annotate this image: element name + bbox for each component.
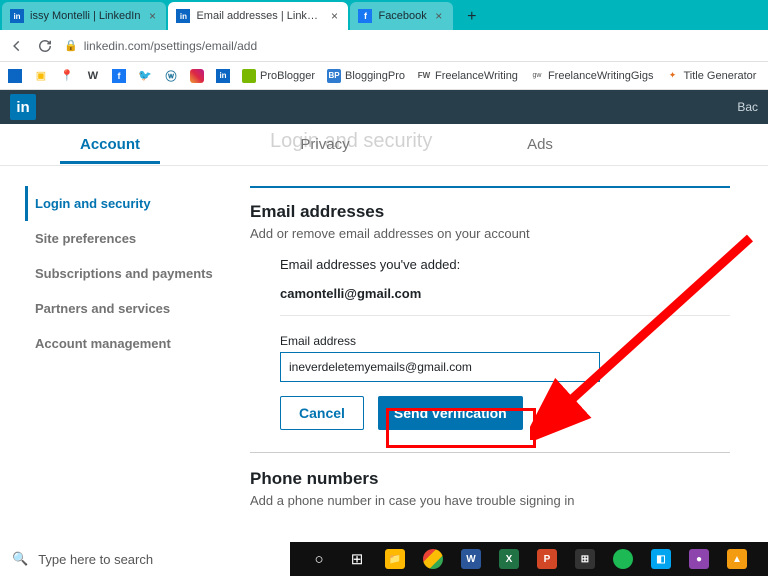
tab-title: Email addresses | LinkedIn (196, 10, 322, 22)
bookmark-item[interactable]: BPBloggingPro (327, 69, 405, 83)
bookmark-item[interactable] (190, 69, 204, 83)
close-icon[interactable]: × (433, 10, 445, 22)
accent-underline (250, 186, 730, 188)
new-tab-button[interactable]: + (459, 4, 485, 30)
browser-tab-active[interactable]: in Email addresses | LinkedIn × (168, 2, 348, 30)
section-title: Email addresses (250, 202, 730, 222)
sidebar-item-account-mgmt[interactable]: Account management (25, 326, 250, 361)
url-text: linkedin.com/psettings/email/add (84, 39, 257, 53)
settings-tabs: Account Login and security Privacy Ads (0, 124, 768, 166)
bookmark-item[interactable]: ⓦ (164, 69, 178, 83)
close-icon[interactable]: × (328, 10, 340, 22)
phone-section-subtitle: Add a phone number in case you have trou… (250, 493, 730, 508)
bookmark-item[interactable] (8, 69, 22, 83)
tab-ads[interactable]: Ads (450, 126, 630, 163)
app-icon[interactable]: ◧ (642, 542, 680, 576)
address-bar: 🔒 linkedin.com/psettings/email/add (0, 30, 768, 62)
tab-account[interactable]: Account (20, 126, 200, 163)
cortana-icon[interactable]: ○ (300, 542, 338, 576)
sidebar-item-site-prefs[interactable]: Site preferences (25, 221, 250, 256)
bookmark-item[interactable]: in (216, 69, 230, 83)
phone-section-title: Phone numbers (250, 469, 730, 489)
tab-title: issy Montelli | LinkedIn (30, 10, 140, 22)
existing-email: camontelli@gmail.com (280, 286, 730, 316)
task-view-icon[interactable]: ⊞ (338, 542, 376, 576)
app-icon[interactable]: ▲ (718, 542, 756, 576)
section-divider (250, 452, 730, 453)
bookmark-item[interactable]: W (86, 69, 100, 83)
bookmark-item[interactable]: ✦Title Generator (666, 69, 757, 83)
browser-tab[interactable]: f Facebook × (350, 2, 452, 30)
content-area: Login and security Site preferences Subs… (0, 166, 768, 524)
sidebar-item-subscriptions[interactable]: Subscriptions and payments (25, 256, 250, 291)
email-field-label: Email address (280, 334, 730, 348)
browser-tab[interactable]: in issy Montelli | LinkedIn × (2, 2, 166, 30)
lock-icon: 🔒 (64, 39, 78, 52)
send-verification-button[interactable]: Send verification (378, 396, 523, 430)
tab-privacy[interactable]: Privacy (200, 126, 450, 163)
reload-icon[interactable] (36, 37, 54, 55)
powerpoint-icon[interactable]: P (528, 542, 566, 576)
bookmark-item[interactable]: gwFreelanceWritingGigs (530, 69, 654, 83)
bookmark-item[interactable]: 📍 (60, 69, 74, 83)
bookmarks-bar: ▣ 📍 W f 🐦 ⓦ in ProBlogger BPBloggingPro … (0, 62, 768, 90)
sidebar-item-partners[interactable]: Partners and services (25, 291, 250, 326)
app-icon[interactable]: ● (680, 542, 718, 576)
excel-icon[interactable]: X (490, 542, 528, 576)
tab-title: Facebook (378, 10, 426, 22)
bookmark-item[interactable]: 🐦 (138, 69, 152, 83)
close-icon[interactable]: × (146, 10, 158, 22)
bookmark-item[interactable]: ▣ (34, 69, 48, 83)
facebook-favicon: f (358, 9, 372, 23)
linkedin-favicon: in (10, 9, 24, 23)
calculator-icon[interactable]: ⊞ (566, 542, 604, 576)
file-explorer-icon[interactable]: 📁 (376, 542, 414, 576)
taskbar-icons: ○ ⊞ 📁 W X P ⊞ ◧ ● ▲ (300, 542, 756, 576)
bookmark-item[interactable]: FWFreelanceWriting (417, 69, 518, 83)
spotify-icon[interactable] (604, 542, 642, 576)
email-input[interactable] (280, 352, 600, 382)
bookmark-item[interactable]: ProBlogger (242, 69, 315, 83)
browser-tab-strip: in issy Montelli | LinkedIn × in Email a… (0, 0, 768, 30)
button-row: Cancel Send verification (280, 396, 730, 430)
linkedin-header: in Bac (0, 90, 768, 124)
taskbar-search[interactable]: 🔍 Type here to search (0, 542, 290, 576)
section-subtitle: Add or remove email addresses on your ac… (250, 226, 730, 241)
chrome-icon[interactable] (414, 542, 452, 576)
linkedin-favicon: in (176, 9, 190, 23)
added-emails-label: Email addresses you've added: (280, 257, 730, 272)
windows-taskbar: 🔍 Type here to search ○ ⊞ 📁 W X P ⊞ ◧ ● … (0, 542, 768, 576)
url-field[interactable]: 🔒 linkedin.com/psettings/email/add (64, 39, 760, 53)
back-icon[interactable] (8, 37, 26, 55)
back-link[interactable]: Bac (737, 100, 758, 114)
bookmark-item[interactable]: f (112, 69, 126, 83)
word-icon[interactable]: W (452, 542, 490, 576)
search-icon: 🔍 (12, 551, 28, 567)
search-placeholder: Type here to search (38, 552, 153, 567)
sidebar-item-login-security[interactable]: Login and security (25, 186, 250, 221)
cancel-button[interactable]: Cancel (280, 396, 364, 430)
settings-sidebar: Login and security Site preferences Subs… (0, 186, 250, 524)
linkedin-logo[interactable]: in (10, 94, 36, 120)
main-panel: Email addresses Add or remove email addr… (250, 186, 750, 524)
